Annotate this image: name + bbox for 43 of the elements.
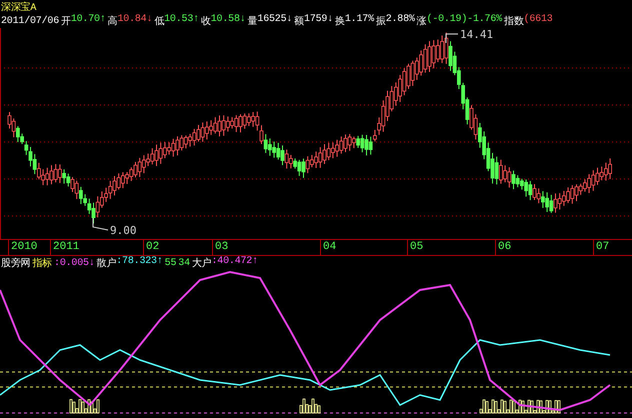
time-axis-label: 2010 — [8, 240, 38, 255]
quote-value: 1.17% — [344, 14, 374, 27]
quote-label: 散户 — [96, 256, 116, 270]
quote-value: 10.84↓ — [117, 14, 152, 27]
time-axis-label: 04 — [320, 240, 336, 255]
quote-value: 55 — [164, 258, 176, 268]
indicator-label: 指标 — [32, 256, 52, 270]
quote-value: 1759↓ — [304, 14, 334, 27]
quote-value: 10.70↑ — [70, 14, 106, 25]
quote-value: (6613 — [524, 14, 553, 27]
quote-label: 收 — [200, 15, 211, 28]
quote-label: 振 — [376, 15, 386, 28]
quote-label: 开 — [61, 15, 71, 28]
time-axis-label: 07 — [593, 240, 610, 255]
quote-label: 涨 — [416, 14, 427, 28]
quote-label: 指数 — [504, 14, 524, 28]
quote-value: :78.323↑ — [116, 256, 163, 269]
time-axis-label: 2011 — [50, 240, 80, 255]
stock-name: 深深宝A — [1, 0, 36, 14]
quote-value: :40.472↑ — [212, 256, 258, 269]
quote-label: 换 — [335, 15, 345, 28]
quote-date: 2011/07/06 — [1, 16, 60, 26]
quote-value: 34 — [178, 258, 190, 268]
quote-value: 10.58↓ — [210, 14, 246, 27]
quote-value: :0.005↓ — [54, 258, 95, 268]
high-price-label: 14.41 — [460, 28, 494, 41]
time-axis-label: 05 — [407, 240, 424, 255]
quote-label: 额 — [294, 14, 304, 28]
quote-value: 2.88% — [386, 14, 415, 27]
time-axis-label: 06 — [495, 240, 512, 255]
quote-label: 低 — [154, 15, 164, 28]
indicator-name: 股旁网 — [1, 256, 30, 270]
quote-label: 量 — [248, 15, 258, 28]
low-price-label: 9.00 — [110, 224, 136, 237]
quote-value: (-0.19)-1.76% — [426, 14, 502, 27]
leader-line — [92, 218, 108, 230]
quote-value: 16525↓ — [257, 14, 292, 27]
time-axis-label: 02 — [143, 240, 160, 255]
quote-label: 大户 — [192, 256, 212, 270]
quote-label: 高 — [108, 14, 118, 28]
leader-line — [446, 34, 458, 44]
time-axis-label: 03 — [212, 240, 228, 255]
quote-value: 10.53↑ — [164, 14, 199, 25]
